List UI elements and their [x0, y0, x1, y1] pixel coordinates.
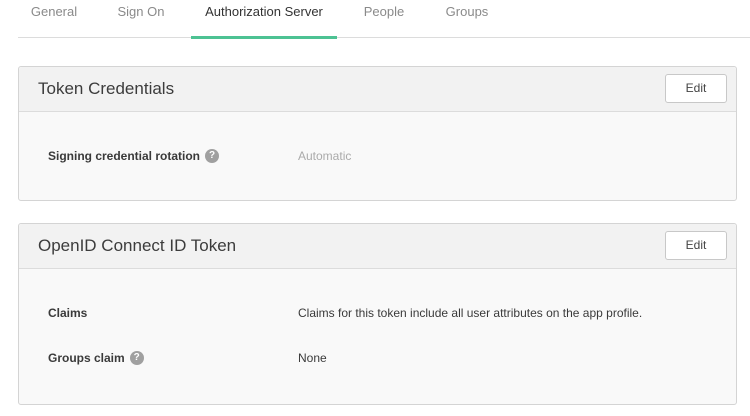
tab-authorization-server-label: Authorization Server [205, 4, 323, 19]
token-credentials-title: Token Credentials [38, 79, 175, 98]
openid-connect-token-panel: OpenID Connect ID Token Edit Claims Clai… [18, 223, 737, 405]
tab-people[interactable]: People [350, 0, 418, 38]
groups-claim-label-wrap: Groups claim? [48, 348, 144, 368]
signing-credential-rotation-label: Signing credential rotation [48, 149, 201, 163]
tab-groups-label: Groups [445, 4, 489, 19]
claims-value: Claims for this token include all user a… [298, 306, 643, 320]
claims-label: Claims [48, 306, 88, 320]
tab-general[interactable]: General [18, 0, 90, 38]
tab-general-label: General [30, 4, 78, 19]
tab-people-label: People [363, 4, 405, 19]
tab-sign-on[interactable]: Sign On [104, 0, 178, 38]
signing-credential-rotation-row: Signing credential rotation? Automatic [19, 146, 736, 166]
tab-sign-on-label: Sign On [117, 4, 165, 19]
help-icon[interactable]: ? [129, 350, 144, 365]
signing-credential-rotation-label-wrap: Signing credential rotation? [48, 146, 220, 166]
signing-credential-rotation-value: Automatic [298, 149, 352, 163]
openid-connect-token-title: OpenID Connect ID Token [38, 236, 237, 255]
groups-claim-row: Groups claim? None [19, 348, 736, 368]
token-credentials-edit-button[interactable]: Edit [665, 74, 727, 103]
tab-bar: General Sign On Authorization Server Peo… [18, 0, 750, 39]
groups-claim-value: None [298, 351, 327, 365]
openid-connect-token-edit-button[interactable]: Edit [665, 231, 727, 260]
tab-groups[interactable]: Groups [432, 0, 502, 38]
token-credentials-panel: Token Credentials Edit Signing credentia… [18, 66, 737, 201]
active-tab-indicator [191, 36, 337, 39]
help-icon[interactable]: ? [205, 148, 220, 163]
groups-claim-label: Groups claim [48, 351, 125, 365]
tab-authorization-server[interactable]: Authorization Server [191, 0, 337, 39]
openid-connect-token-header: OpenID Connect ID Token Edit [19, 224, 736, 269]
claims-row: Claims Claims for this token include all… [19, 303, 736, 323]
token-credentials-header: Token Credentials Edit [19, 67, 736, 112]
